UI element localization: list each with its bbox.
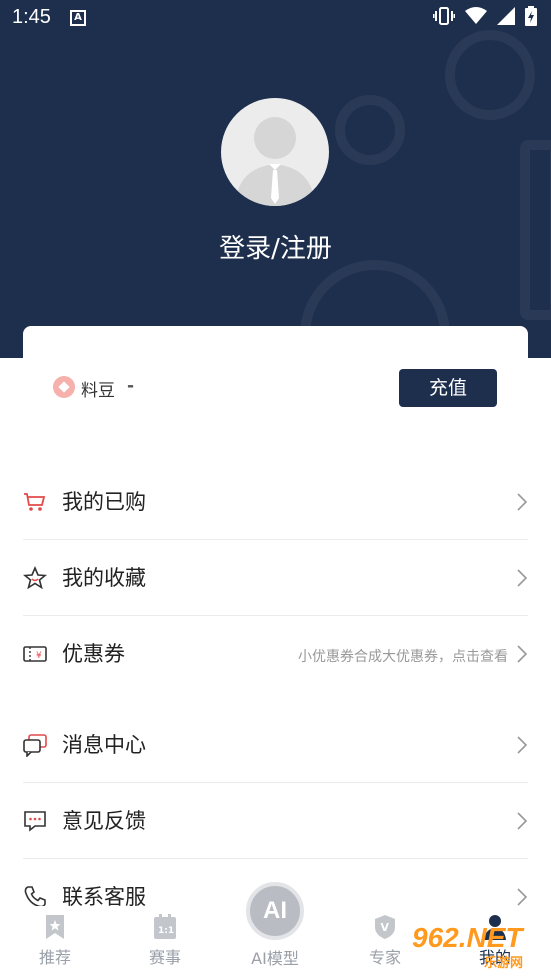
profile-header: 1:45 A 登录/注册 — [0, 0, 551, 358]
shield-v-icon: V — [375, 915, 395, 939]
watermark-logo: 962.NET 乐游网 — [412, 922, 547, 972]
menu-item-purchased[interactable]: 我的已购 — [23, 464, 528, 540]
signal-icon — [497, 7, 515, 25]
star-icon — [23, 566, 47, 590]
watermark-brand: 962.NET — [412, 922, 523, 953]
bean-label: 料豆 — [81, 381, 115, 401]
balance-card: 料豆 - 充值 — [23, 326, 528, 421]
menu-item-messages[interactable]: 消息中心 — [23, 707, 528, 783]
tab-matches[interactable]: 1:1 赛事 — [120, 906, 210, 979]
tab-label: AI模型 — [251, 949, 299, 968]
wifi-icon — [465, 7, 487, 24]
basketball-decoration — [445, 30, 535, 120]
tab-recommend[interactable]: 推荐 — [10, 906, 100, 979]
coupon-hint: 小优惠券合成大优惠券，点击查看 — [298, 649, 508, 665]
bookmark-star-icon — [46, 915, 64, 939]
status-time: 1:45 — [12, 6, 51, 28]
chevron-right-icon — [517, 645, 528, 663]
menu-label: 优惠券 — [62, 642, 125, 666]
notification-a-icon: A — [70, 10, 86, 26]
menu-item-feedback[interactable]: 意见反馈 — [23, 783, 528, 859]
feedback-icon — [24, 811, 46, 832]
menu-label: 消息中心 — [62, 733, 146, 757]
chevron-right-icon — [517, 812, 528, 830]
message-icon — [23, 734, 47, 757]
chevron-right-icon — [517, 493, 528, 511]
menu-label: 我的收藏 — [62, 566, 146, 590]
svg-text:1:1: 1:1 — [158, 926, 174, 936]
menu-item-favorites[interactable]: 我的收藏 — [23, 540, 528, 616]
menu-label: 我的已购 — [62, 490, 146, 514]
bean-value: - — [127, 376, 135, 396]
tab-label: 推荐 — [38, 948, 71, 967]
battery-icon — [525, 6, 537, 26]
chevron-right-icon — [517, 888, 528, 906]
calendar-icon: 1:1 — [154, 914, 176, 939]
watermark-sub: 乐游网 — [484, 956, 524, 971]
cart-icon — [24, 493, 46, 511]
coupon-icon: ¥ — [23, 646, 47, 662]
status-bar: 1:45 A — [0, 0, 551, 38]
tab-label: 赛事 — [148, 948, 181, 967]
ai-icon[interactable]: AI — [246, 882, 304, 940]
avatar[interactable] — [221, 98, 329, 206]
bean-coin-icon — [53, 376, 75, 398]
menu-label: 意见反馈 — [62, 809, 146, 833]
recharge-button[interactable]: 充值 — [399, 369, 497, 407]
svg-text:V: V — [381, 921, 390, 934]
chevron-right-icon — [517, 569, 528, 587]
chevron-right-icon — [517, 736, 528, 754]
menu-item-coupons[interactable]: ¥ 优惠券 小优惠券合成大优惠券，点击查看 — [23, 616, 528, 692]
default-user-icon — [235, 117, 315, 206]
svg-text:¥: ¥ — [36, 651, 42, 661]
login-register-link[interactable]: 登录/注册 — [0, 228, 551, 265]
vibrate-icon — [433, 7, 455, 25]
soccer-ball-decoration — [335, 95, 405, 165]
